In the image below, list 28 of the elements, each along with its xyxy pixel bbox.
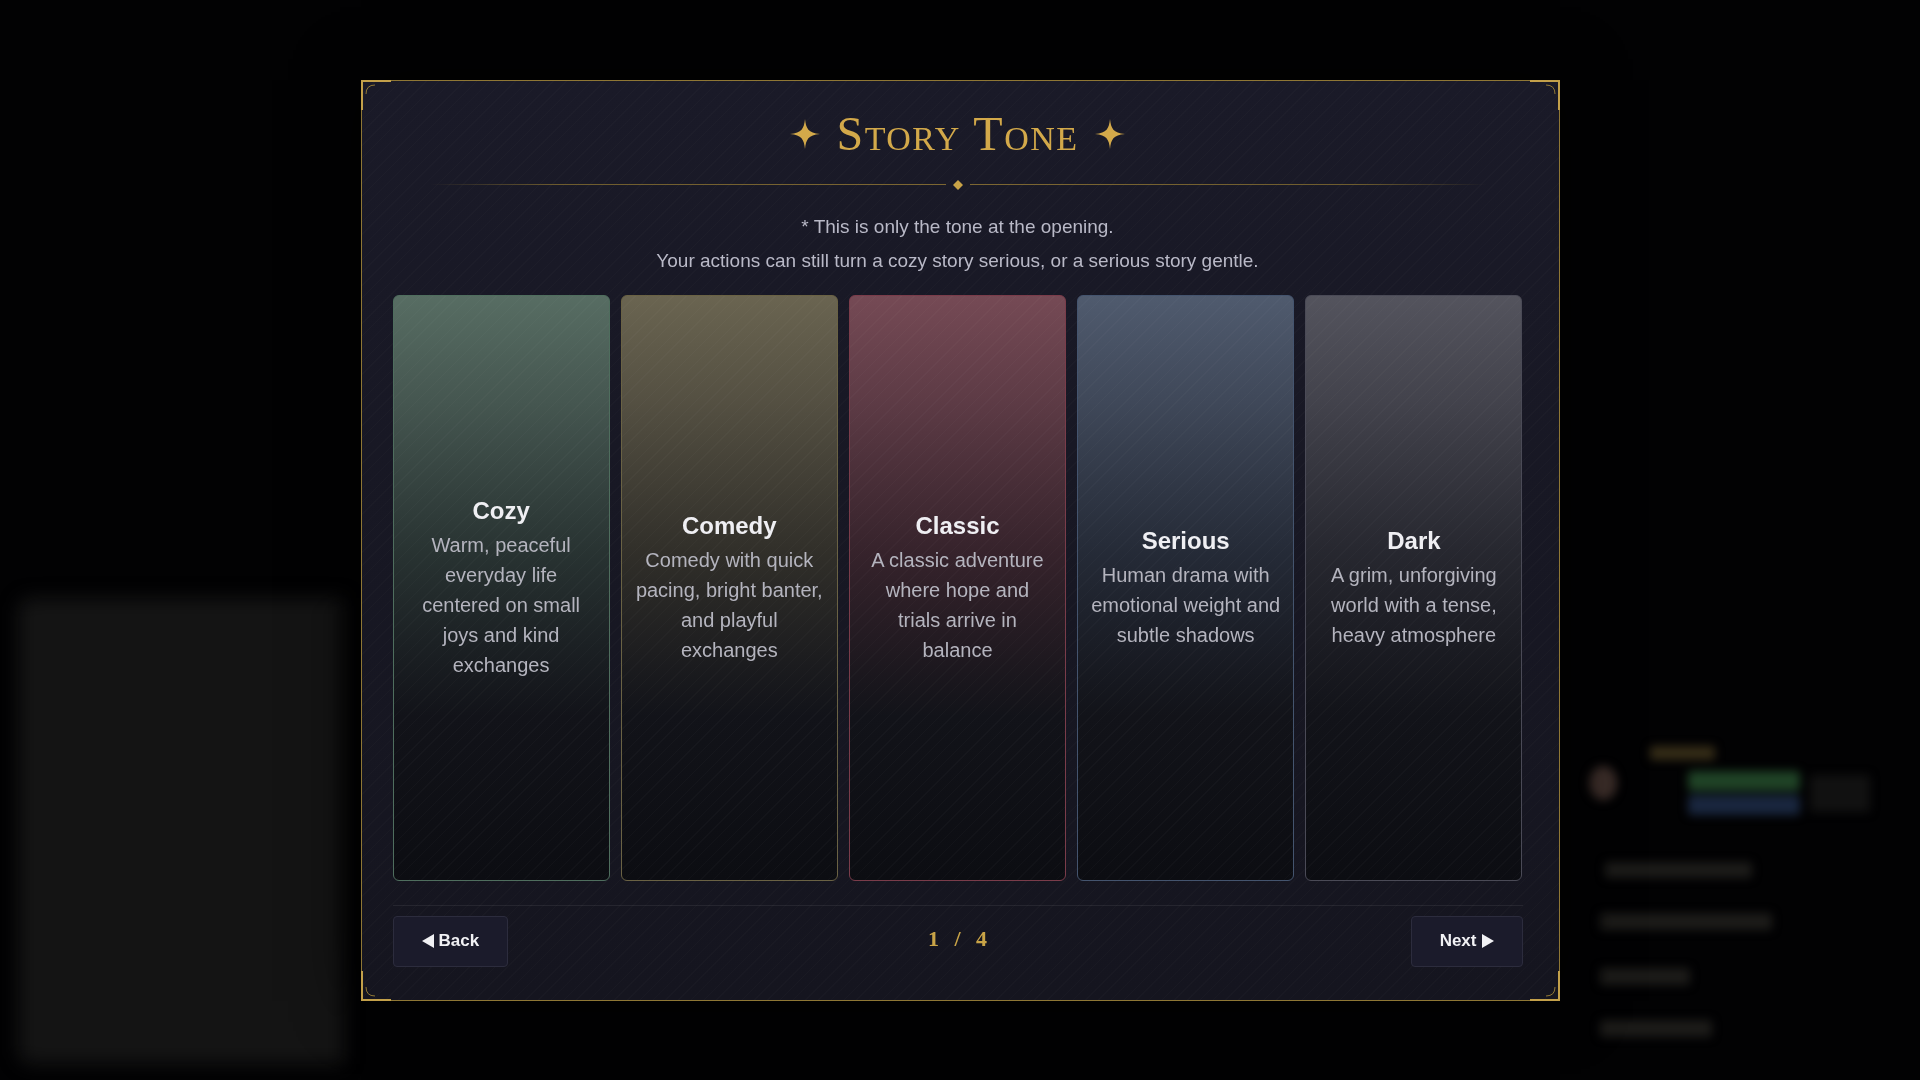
tone-title: Cozy [472, 495, 530, 526]
diamond-icon [952, 179, 963, 190]
tone-title: Serious [1141, 525, 1230, 556]
tone-card[interactable]: Classic A classic adventure where hope and trials arrive in balance [848, 294, 1067, 881]
tone-description: A classic adventure where hope and trials arrive in balance [870, 547, 1045, 663]
tone-description: Human drama with emotional weight and subtle shadows [1090, 562, 1281, 648]
right-triangle-icon [1481, 934, 1494, 948]
tone-title: Dark [1387, 525, 1441, 556]
tone-title: Classic [915, 510, 1000, 541]
tone-description: Warm, peaceful everyday life centered on small joys and kind exchanges [421, 532, 582, 678]
corner-ornament-icon [360, 970, 391, 1001]
dialog-title: Story Tone [836, 105, 1079, 162]
corner-ornament-icon [1529, 970, 1560, 1001]
corner-ornament-icon [1529, 79, 1560, 110]
tone-card[interactable]: Comedy Comedy with quick pacing, bright banter, and playful exchanges [620, 294, 838, 881]
page-indicator: 1 / 4 [927, 926, 988, 952]
tone-card[interactable]: Cozy Warm, peaceful everyday life centered on small joys and kind exchanges [392, 294, 610, 881]
tone-description: Comedy with quick pacing, bright banter, and playful exchanges [634, 547, 824, 663]
left-triangle-icon [421, 934, 434, 948]
back-button[interactable]: Back [392, 915, 509, 967]
tone-card[interactable]: Dark A grim, unforgiving world with a tense, heavy atmosphere [1305, 294, 1523, 881]
corner-ornament-icon [360, 79, 391, 110]
note-text: * This is only the tone at the opening. [801, 214, 1114, 239]
tone-card[interactable]: Serious Human drama with emotional weight and subtle shadows [1077, 294, 1295, 881]
tone-title: Comedy [681, 510, 777, 541]
tone-description: A grim, unforgiving world with a tense, heavy atmosphere [1330, 562, 1498, 648]
next-button[interactable]: Next [1410, 915, 1523, 967]
note-text: Your actions can still turn a cozy story serious, or a serious story gentle. [656, 248, 1259, 273]
